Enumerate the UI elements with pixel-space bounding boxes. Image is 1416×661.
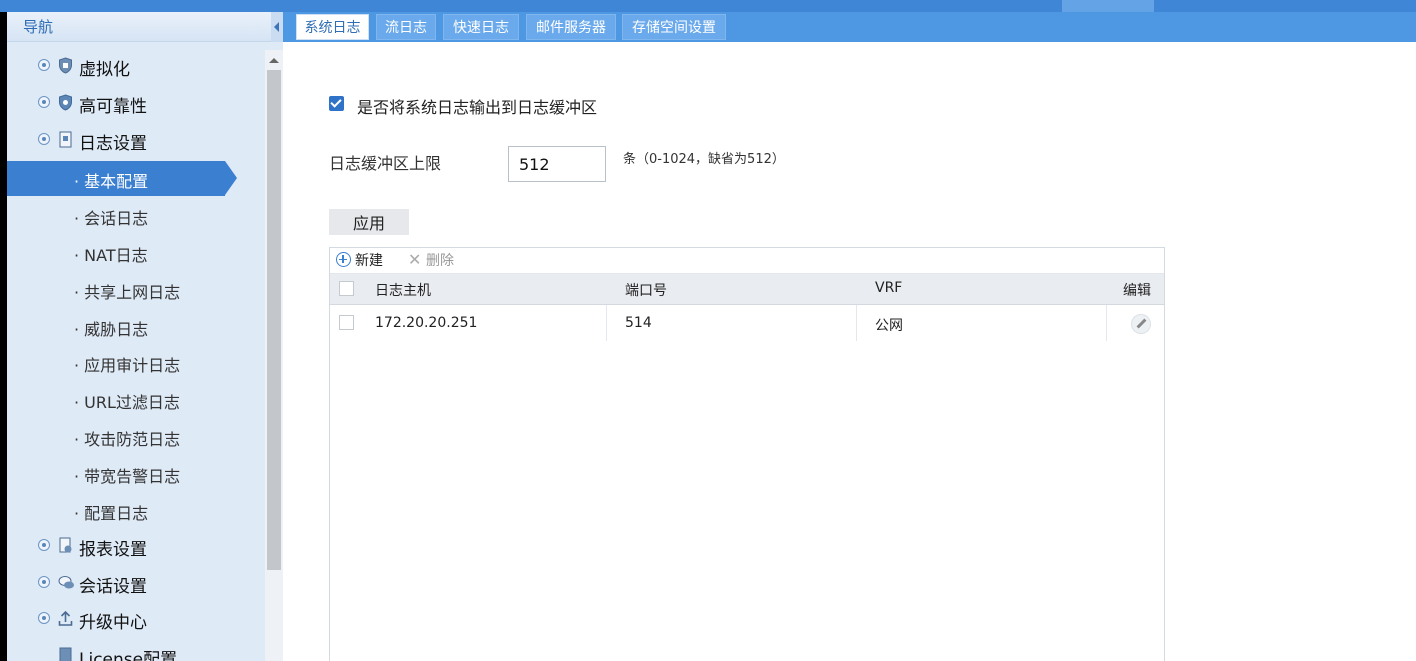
sidebar-item-license-config[interactable]: License配置 [7, 640, 265, 661]
column-divider [856, 305, 857, 341]
new-button-label: 新建 [355, 253, 383, 269]
header-vrf[interactable]: VRF [875, 280, 902, 296]
expand-icon[interactable] [38, 133, 50, 145]
sidebar-group-high-availability[interactable]: 高可靠性 [7, 87, 265, 121]
delete-button[interactable]: ✕ 删除 [408, 250, 454, 270]
expand-icon[interactable] [38, 96, 50, 108]
sidebar-group-label: 报表设置 [79, 540, 147, 560]
table-header: 日志主机 端口号 VRF 编辑 [330, 274, 1164, 305]
sidebar-group-log-settings[interactable]: 日志设置 [7, 124, 265, 158]
sidebar-item-threat-log[interactable]: · 威胁日志 [7, 309, 265, 344]
sidebar-group-label: 高可靠性 [79, 97, 147, 117]
top-menu-strip [0, 0, 1416, 12]
sidebar-item-label: · 攻击防范日志 [74, 430, 181, 449]
sidebar-group-session-settings[interactable]: 会话设置 [7, 567, 265, 601]
row-checkbox[interactable] [339, 315, 354, 330]
column-divider [1106, 305, 1107, 341]
output-to-buffer-label: 是否将系统日志输出到日志缓冲区 [357, 98, 598, 117]
tab-flow-log[interactable]: 流日志 [376, 14, 436, 40]
delete-button-label: 删除 [426, 253, 454, 269]
select-all-checkbox[interactable] [339, 281, 354, 296]
sidebar-item-label: · 基本配置 [74, 172, 149, 191]
sidebar-item-label: · 威胁日志 [74, 320, 149, 339]
expand-icon[interactable] [38, 59, 50, 71]
sidebar-item-basic-config[interactable]: · 基本配置 [7, 161, 237, 196]
tab-fast-log[interactable]: 快速日志 [443, 14, 519, 40]
table-toolbar: 新建 ✕ 删除 [330, 248, 1164, 274]
sidebar-group-label: 会话设置 [79, 577, 147, 597]
log-host-table: 新建 ✕ 删除 日志主机 端口号 VRF 编辑 172.20.20.251 514… [329, 247, 1165, 661]
sidebar-item-label: · 会话日志 [74, 209, 149, 228]
header-edit: 编辑 [1123, 283, 1151, 299]
tab-system-log[interactable]: 系统日志 [296, 14, 369, 40]
cell-port: 514 [625, 315, 652, 331]
sidebar-title: 导航 [23, 18, 54, 36]
sidebar-item-label: · URL过滤日志 [74, 393, 180, 412]
buffer-limit-input[interactable] [508, 146, 606, 182]
cell-vrf: 公网 [875, 318, 903, 334]
sidebar-item-app-audit-log[interactable]: · 应用审计日志 [7, 345, 265, 380]
chat-icon [58, 576, 74, 589]
sidebar-item-label: · NAT日志 [74, 246, 148, 265]
sidebar-group-label: 升级中心 [79, 613, 147, 633]
sidebar-group-report-settings[interactable]: 报表设置 [7, 530, 265, 564]
sidebar-scrollbar[interactable] [265, 50, 283, 661]
top-menu-active-tab[interactable] [1062, 0, 1154, 12]
buffer-limit-hint: 条（0-1024，缺省为512） [623, 152, 785, 167]
buffer-limit-label: 日志缓冲区上限 [329, 154, 442, 173]
expand-icon[interactable] [38, 539, 50, 551]
navigation-sidebar: 导航 虚拟化 高可靠性 日志设置 · 基本配置 · 会话日志 · NAT日志 ·… [7, 12, 283, 661]
sidebar-header: 导航 [7, 12, 271, 42]
sidebar-group-virtualization[interactable]: 虚拟化 [7, 50, 265, 84]
sidebar-item-label: · 带宽告警日志 [74, 467, 181, 486]
delete-icon: ✕ [408, 250, 422, 269]
tab-storage-settings[interactable]: 存储空间设置 [622, 14, 726, 40]
edit-pencil-icon[interactable] [1131, 314, 1151, 334]
header-log-host[interactable]: 日志主机 [375, 280, 431, 300]
sidebar-item-shared-internet-log[interactable]: · 共享上网日志 [7, 272, 265, 307]
sidebar-item-session-log[interactable]: · 会话日志 [7, 198, 265, 233]
sidebar-item-config-log[interactable]: · 配置日志 [7, 493, 265, 528]
upload-icon [58, 610, 73, 626]
sidebar-item-label: · 应用审计日志 [74, 356, 181, 375]
shield-icon [59, 57, 72, 74]
apply-button[interactable]: 应用 [329, 209, 409, 235]
cell-log-host: 172.20.20.251 [375, 315, 478, 331]
sidebar-item-label: License配置 [79, 650, 178, 661]
new-button[interactable]: 新建 [336, 250, 383, 270]
sidebar-item-label: · 共享上网日志 [74, 283, 181, 302]
main-content: 系统日志 流日志 快速日志 邮件服务器 存储空间设置 是否将系统日志输出到日志缓… [283, 12, 1416, 661]
sidebar-group-label: 虚拟化 [79, 60, 130, 80]
sidebar-item-bandwidth-alarm-log[interactable]: · 带宽告警日志 [7, 456, 265, 491]
shield-icon [59, 94, 72, 111]
sidebar-group-upgrade-center[interactable]: 升级中心 [7, 603, 265, 637]
expand-icon[interactable] [38, 612, 50, 624]
output-to-buffer-checkbox[interactable] [329, 96, 344, 111]
sidebar-item-nat-log[interactable]: · NAT日志 [7, 235, 265, 270]
sidebar-item-attack-defense-log[interactable]: · 攻击防范日志 [7, 419, 265, 454]
header-port[interactable]: 端口号 [625, 280, 667, 300]
column-divider [606, 305, 607, 341]
add-icon [336, 252, 351, 267]
scroll-up-arrow-icon[interactable] [269, 58, 279, 63]
sidebar-item-label: · 配置日志 [74, 504, 149, 523]
scrollbar-thumb[interactable] [267, 70, 281, 570]
table-row[interactable]: 172.20.20.251 514 公网 [330, 305, 1164, 341]
document-icon [59, 647, 72, 661]
tab-mail-server[interactable]: 邮件服务器 [526, 14, 616, 40]
sidebar-group-label: 日志设置 [79, 134, 147, 154]
expand-icon[interactable] [38, 576, 50, 588]
sidebar-item-url-filter-log[interactable]: · URL过滤日志 [7, 382, 265, 417]
report-icon [59, 537, 72, 553]
tab-bar: 系统日志 流日志 快速日志 邮件服务器 存储空间设置 [283, 12, 1416, 42]
document-icon [59, 131, 72, 148]
collapse-sidebar-button[interactable] [271, 12, 283, 42]
